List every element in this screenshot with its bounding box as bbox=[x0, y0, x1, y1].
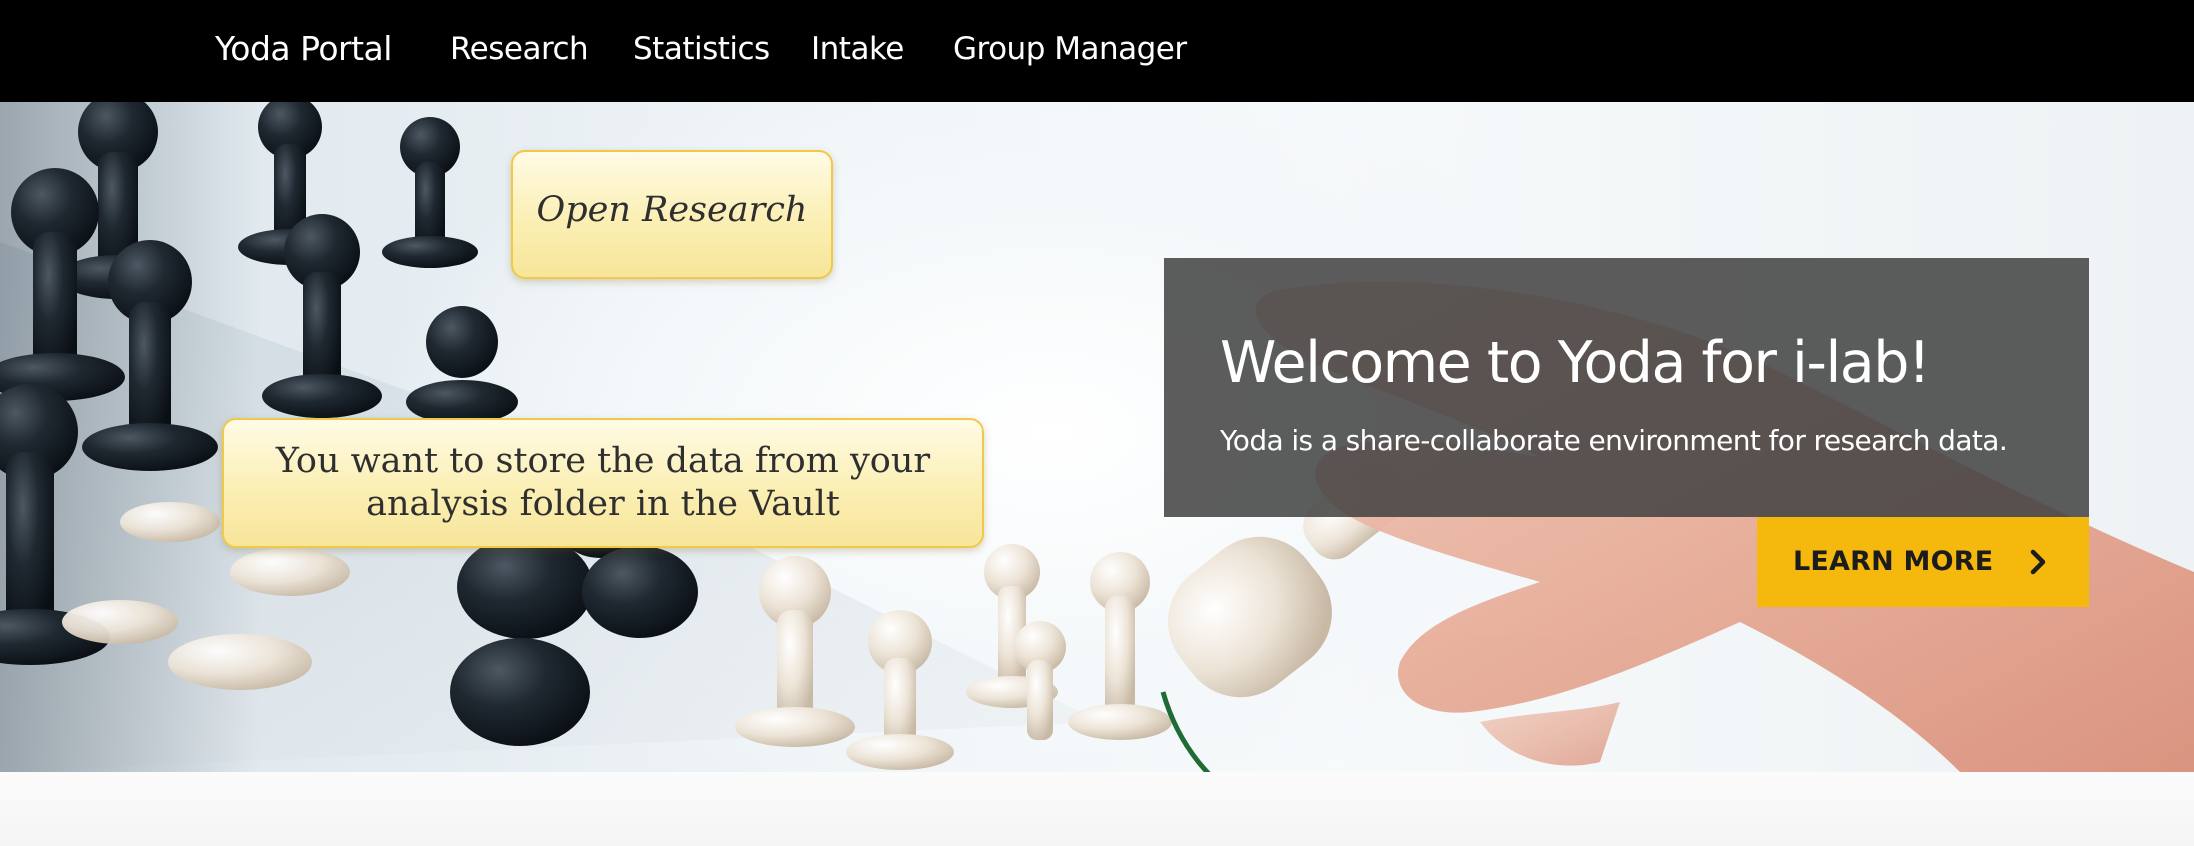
learn-more-label: LEARN MORE bbox=[1793, 546, 1994, 577]
nav-item-research[interactable]: Research bbox=[450, 0, 589, 102]
callout-open-research-text: Open Research bbox=[536, 190, 808, 230]
learn-more-button[interactable]: LEARN MORE bbox=[1757, 517, 2089, 607]
nav-item-intake[interactable]: Intake bbox=[811, 0, 904, 102]
callout-store-data-line2: analysis folder in the Vault bbox=[366, 484, 840, 524]
welcome-title: Welcome to Yoda for i-lab! bbox=[1220, 330, 1931, 396]
nav-brand-yoda-portal[interactable]: Yoda Portal bbox=[215, 0, 392, 102]
welcome-panel: Welcome to Yoda for i-lab! Yoda is a sha… bbox=[1164, 258, 2089, 517]
top-navbar: Yoda Portal Research Statistics Intake G… bbox=[0, 0, 2194, 102]
welcome-subtitle: Yoda is a share-collaborate environment … bbox=[1220, 424, 2008, 457]
callout-store-data-line1: You want to store the data from your bbox=[275, 441, 931, 481]
callout-open-research: Open Research bbox=[511, 150, 833, 279]
chevron-right-icon bbox=[2030, 549, 2046, 575]
nav-item-statistics[interactable]: Statistics bbox=[633, 0, 770, 102]
page-content-area bbox=[0, 772, 2194, 846]
nav-item-group-manager[interactable]: Group Manager bbox=[953, 0, 1187, 102]
callout-store-data: You want to store the data from your ana… bbox=[222, 418, 984, 548]
callout-store-data-text: You want to store the data from your ana… bbox=[224, 440, 982, 526]
